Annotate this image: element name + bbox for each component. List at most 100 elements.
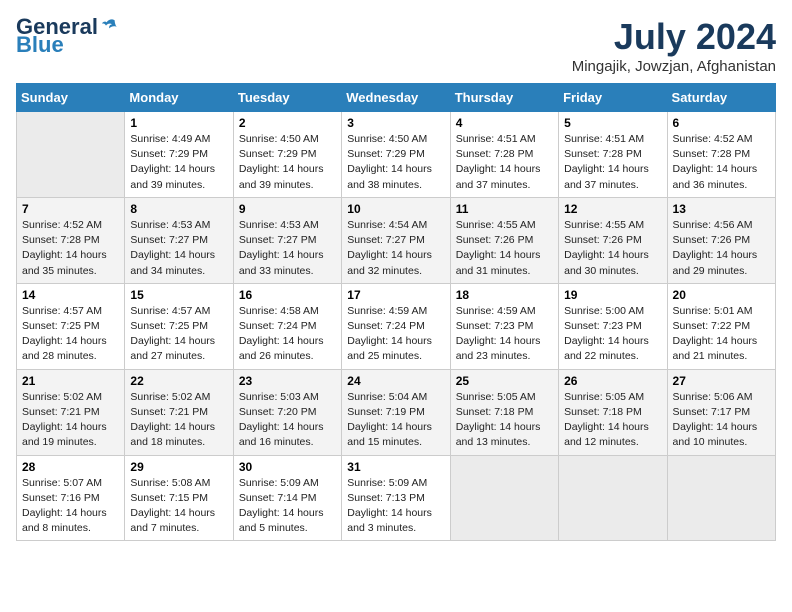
title-block: July 2024 Mingajik, Jowzjan, Afghanistan [572, 16, 776, 75]
column-header-saturday: Saturday [667, 84, 775, 112]
cell-sun-info: Sunrise: 5:05 AMSunset: 7:18 PMDaylight:… [564, 390, 661, 451]
cell-date-number: 14 [22, 288, 119, 302]
calendar-week-2: 7 Sunrise: 4:52 AMSunset: 7:28 PMDaylight… [17, 197, 776, 283]
calendar-cell: 8 Sunrise: 4:53 AMSunset: 7:27 PMDaylight… [125, 197, 233, 283]
calendar-cell: 31Sunrise: 5:09 AMSunset: 7:13 PMDayligh… [342, 455, 450, 541]
cell-sun-info: Sunrise: 4:55 AMSunset: 7:26 PMDaylight:… [564, 218, 661, 279]
column-header-monday: Monday [125, 84, 233, 112]
cell-date-number: 20 [673, 288, 770, 302]
cell-sun-info: Sunrise: 5:07 AMSunset: 7:16 PMDaylight:… [22, 476, 119, 537]
cell-date-number: 8 [130, 202, 227, 216]
cell-date-number: 13 [673, 202, 770, 216]
cell-sun-info: Sunrise: 5:04 AMSunset: 7:19 PMDaylight:… [347, 390, 444, 451]
cell-sun-info: Sunrise: 5:09 AMSunset: 7:13 PMDaylight:… [347, 476, 444, 537]
cell-sun-info: Sunrise: 4:56 AMSunset: 7:26 PMDaylight:… [673, 218, 770, 279]
cell-date-number: 3 [347, 116, 444, 130]
calendar-header: SundayMondayTuesdayWednesdayThursdayFrid… [17, 84, 776, 112]
calendar-cell: 6 Sunrise: 4:52 AMSunset: 7:28 PMDaylight… [667, 112, 775, 198]
cell-sun-info: Sunrise: 5:03 AMSunset: 7:20 PMDaylight:… [239, 390, 336, 451]
cell-date-number: 23 [239, 374, 336, 388]
cell-date-number: 10 [347, 202, 444, 216]
cell-sun-info: Sunrise: 4:51 AMSunset: 7:28 PMDaylight:… [456, 132, 553, 193]
cell-sun-info: Sunrise: 4:52 AMSunset: 7:28 PMDaylight:… [673, 132, 770, 193]
cell-date-number: 18 [456, 288, 553, 302]
column-header-thursday: Thursday [450, 84, 558, 112]
cell-sun-info: Sunrise: 5:05 AMSunset: 7:18 PMDaylight:… [456, 390, 553, 451]
calendar-week-3: 14 Sunrise: 4:57 AMSunset: 7:25 PMDayligh… [17, 283, 776, 369]
cell-sun-info: Sunrise: 4:58 AMSunset: 7:24 PMDaylight:… [239, 304, 336, 365]
calendar-cell: 16 Sunrise: 4:58 AMSunset: 7:24 PMDayligh… [233, 283, 341, 369]
cell-date-number: 7 [22, 202, 119, 216]
cell-sun-info: Sunrise: 5:02 AMSunset: 7:21 PMDaylight:… [130, 390, 227, 451]
calendar-cell: 30Sunrise: 5:09 AMSunset: 7:14 PMDayligh… [233, 455, 341, 541]
cell-date-number: 9 [239, 202, 336, 216]
cell-date-number: 6 [673, 116, 770, 130]
cell-sun-info: Sunrise: 4:53 AMSunset: 7:27 PMDaylight:… [130, 218, 227, 279]
calendar-cell: 7 Sunrise: 4:52 AMSunset: 7:28 PMDaylight… [17, 197, 125, 283]
cell-date-number: 12 [564, 202, 661, 216]
calendar-cell: 24 Sunrise: 5:04 AMSunset: 7:19 PMDayligh… [342, 369, 450, 455]
cell-date-number: 30 [239, 460, 336, 474]
calendar-cell: 11Sunrise: 4:55 AMSunset: 7:26 PMDayligh… [450, 197, 558, 283]
cell-date-number: 1 [130, 116, 227, 130]
calendar-cell: 27 Sunrise: 5:06 AMSunset: 7:17 PMDayligh… [667, 369, 775, 455]
cell-date-number: 21 [22, 374, 119, 388]
cell-sun-info: Sunrise: 4:50 AMSunset: 7:29 PMDaylight:… [239, 132, 336, 193]
cell-sun-info: Sunrise: 4:59 AMSunset: 7:24 PMDaylight:… [347, 304, 444, 365]
cell-sun-info: Sunrise: 4:59 AMSunset: 7:23 PMDaylight:… [456, 304, 553, 365]
calendar-cell: 22 Sunrise: 5:02 AMSunset: 7:21 PMDayligh… [125, 369, 233, 455]
calendar-cell: 18 Sunrise: 4:59 AMSunset: 7:23 PMDayligh… [450, 283, 558, 369]
calendar-cell: 14 Sunrise: 4:57 AMSunset: 7:25 PMDayligh… [17, 283, 125, 369]
logo-blue-text: Blue [16, 32, 64, 57]
calendar-cell: 13 Sunrise: 4:56 AMSunset: 7:26 PMDayligh… [667, 197, 775, 283]
calendar-table: SundayMondayTuesdayWednesdayThursdayFrid… [16, 83, 776, 541]
calendar-cell: 29 Sunrise: 5:08 AMSunset: 7:15 PMDayligh… [125, 455, 233, 541]
calendar-cell: 1 Sunrise: 4:49 AMSunset: 7:29 PMDaylight… [125, 112, 233, 198]
calendar-cell: 15 Sunrise: 4:57 AMSunset: 7:25 PMDayligh… [125, 283, 233, 369]
calendar-cell: 25Sunrise: 5:05 AMSunset: 7:18 PMDayligh… [450, 369, 558, 455]
cell-sun-info: Sunrise: 4:52 AMSunset: 7:28 PMDaylight:… [22, 218, 119, 279]
cell-date-number: 16 [239, 288, 336, 302]
logo-bird-icon [100, 17, 120, 37]
cell-sun-info: Sunrise: 4:53 AMSunset: 7:27 PMDaylight:… [239, 218, 336, 279]
cell-date-number: 29 [130, 460, 227, 474]
column-header-wednesday: Wednesday [342, 84, 450, 112]
cell-sun-info: Sunrise: 5:06 AMSunset: 7:17 PMDaylight:… [673, 390, 770, 451]
cell-date-number: 4 [456, 116, 553, 130]
calendar-cell: 23 Sunrise: 5:03 AMSunset: 7:20 PMDayligh… [233, 369, 341, 455]
calendar-week-5: 28Sunrise: 5:07 AMSunset: 7:16 PMDayligh… [17, 455, 776, 541]
calendar-week-4: 21 Sunrise: 5:02 AMSunset: 7:21 PMDayligh… [17, 369, 776, 455]
cell-sun-info: Sunrise: 5:08 AMSunset: 7:15 PMDaylight:… [130, 476, 227, 537]
cell-date-number: 24 [347, 374, 444, 388]
cell-date-number: 27 [673, 374, 770, 388]
calendar-cell: 20 Sunrise: 5:01 AMSunset: 7:22 PMDayligh… [667, 283, 775, 369]
cell-date-number: 22 [130, 374, 227, 388]
cell-date-number: 2 [239, 116, 336, 130]
calendar-cell: 17 Sunrise: 4:59 AMSunset: 7:24 PMDayligh… [342, 283, 450, 369]
cell-sun-info: Sunrise: 4:57 AMSunset: 7:25 PMDaylight:… [22, 304, 119, 365]
page-header: General Blue July 2024 Mingajik, Jowzjan… [16, 16, 776, 75]
calendar-cell [17, 112, 125, 198]
cell-date-number: 17 [347, 288, 444, 302]
cell-sun-info: Sunrise: 4:51 AMSunset: 7:28 PMDaylight:… [564, 132, 661, 193]
calendar-cell: 28Sunrise: 5:07 AMSunset: 7:16 PMDayligh… [17, 455, 125, 541]
calendar-cell [559, 455, 667, 541]
month-title: July 2024 [572, 16, 776, 58]
calendar-cell: 10Sunrise: 4:54 AMSunset: 7:27 PMDayligh… [342, 197, 450, 283]
calendar-cell: 19Sunrise: 5:00 AMSunset: 7:23 PMDayligh… [559, 283, 667, 369]
calendar-cell: 2 Sunrise: 4:50 AMSunset: 7:29 PMDaylight… [233, 112, 341, 198]
cell-date-number: 5 [564, 116, 661, 130]
logo: General Blue [16, 16, 120, 56]
cell-date-number: 26 [564, 374, 661, 388]
calendar-cell: 12 Sunrise: 4:55 AMSunset: 7:26 PMDayligh… [559, 197, 667, 283]
calendar-body: 1 Sunrise: 4:49 AMSunset: 7:29 PMDaylight… [17, 112, 776, 541]
calendar-cell: 9 Sunrise: 4:53 AMSunset: 7:27 PMDaylight… [233, 197, 341, 283]
cell-sun-info: Sunrise: 4:49 AMSunset: 7:29 PMDaylight:… [130, 132, 227, 193]
cell-date-number: 11 [456, 202, 553, 216]
cell-date-number: 15 [130, 288, 227, 302]
cell-sun-info: Sunrise: 5:01 AMSunset: 7:22 PMDaylight:… [673, 304, 770, 365]
calendar-cell: 21Sunrise: 5:02 AMSunset: 7:21 PMDayligh… [17, 369, 125, 455]
calendar-cell [450, 455, 558, 541]
cell-sun-info: Sunrise: 4:57 AMSunset: 7:25 PMDaylight:… [130, 304, 227, 365]
calendar-cell: 5 Sunrise: 4:51 AMSunset: 7:28 PMDaylight… [559, 112, 667, 198]
